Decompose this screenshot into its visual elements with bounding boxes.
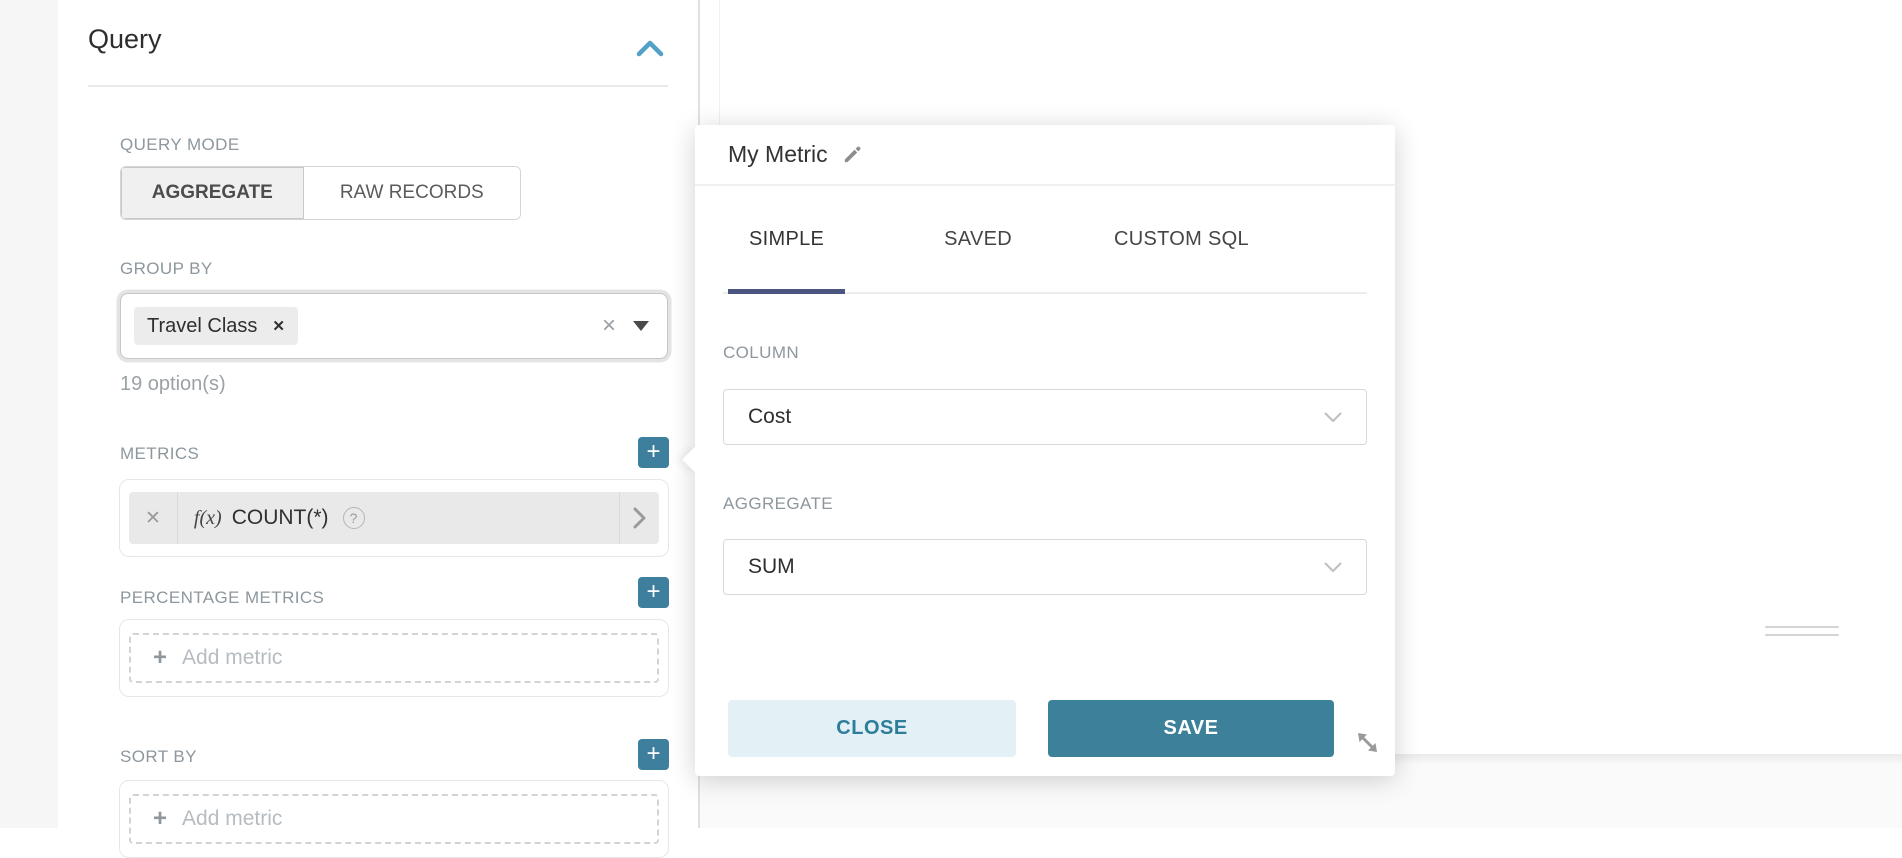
resize-diagonal-icon[interactable] (1354, 729, 1381, 756)
add-metric-ghost-button[interactable]: + Add metric (129, 794, 659, 844)
percentage-metrics-dropzone: + Add metric (119, 619, 669, 697)
chevron-down-icon (1324, 412, 1342, 423)
add-metric-placeholder: Add metric (182, 807, 282, 831)
raw-records-mode-button[interactable]: RAW RECORDS (304, 167, 520, 219)
chip-remove-icon[interactable]: ✕ (272, 319, 285, 334)
options-count-text: 19 option(s) (120, 373, 226, 396)
collapse-section-button[interactable] (634, 36, 666, 62)
aggregate-select[interactable]: SUM (723, 539, 1367, 595)
aggregate-select-value: SUM (748, 555, 795, 579)
group-by-select[interactable]: Travel Class ✕ × (120, 293, 668, 359)
metric-remove-icon[interactable]: ✕ (129, 507, 177, 530)
tab-simple[interactable]: SIMPLE (728, 186, 845, 292)
metrics-dropzone: ✕ f(x) COUNT(*) ? (119, 479, 669, 557)
select-clear-icon[interactable]: × (602, 314, 616, 338)
chevron-down-icon (1324, 562, 1342, 573)
chevron-right-icon[interactable] (620, 507, 659, 529)
group-by-chip[interactable]: Travel Class ✕ (134, 307, 298, 345)
metrics-label: METRICS (120, 444, 199, 464)
query-control-panel: Query QUERY MODE AGGREGATE RAW RECORDS G… (58, 0, 698, 828)
metric-editor-popover: My Metric SIMPLE SAVED CUSTOM SQL COLUMN… (695, 125, 1395, 776)
add-metric-button[interactable]: + (638, 437, 669, 468)
aggregate-mode-button[interactable]: AGGREGATE (121, 167, 304, 219)
pencil-icon[interactable] (841, 143, 864, 166)
caret-down-icon[interactable] (633, 321, 649, 331)
query-mode-toggle: AGGREGATE RAW RECORDS (120, 166, 521, 220)
metric-editor-tabs: SIMPLE SAVED CUSTOM SQL (723, 186, 1367, 294)
add-metric-placeholder: Add metric (182, 646, 282, 670)
plus-icon: + (153, 807, 167, 831)
percentage-metrics-label: PERCENTAGE METRICS (120, 588, 324, 608)
popover-footer: CLOSE SAVE (723, 700, 1367, 757)
function-icon: f(x) (194, 507, 222, 530)
plus-icon: + (153, 646, 167, 670)
sort-by-dropzone: + Add metric (119, 780, 669, 858)
panel-title: Query (88, 24, 162, 55)
metric-name: COUNT(*) (232, 506, 329, 530)
add-percentage-metric-button[interactable]: + (638, 577, 669, 608)
column-label: COLUMN (723, 343, 1367, 363)
popover-title: My Metric (728, 141, 828, 168)
pill-divider (177, 492, 178, 544)
popover-header: My Metric (695, 125, 1395, 186)
section-divider (88, 85, 668, 87)
column-select-value: Cost (748, 405, 791, 429)
metric-pill[interactable]: ✕ f(x) COUNT(*) ? (129, 492, 659, 544)
add-sort-metric-button[interactable]: + (638, 739, 669, 770)
drag-handle-icon[interactable] (1765, 634, 1839, 636)
chip-label: Travel Class (147, 315, 257, 338)
add-metric-ghost-button[interactable]: + Add metric (129, 633, 659, 683)
drag-handle-icon[interactable] (1765, 626, 1839, 628)
popover-body: SIMPLE SAVED CUSTOM SQL COLUMN Cost AGGR… (695, 186, 1395, 757)
save-button[interactable]: SAVE (1048, 700, 1334, 757)
column-select[interactable]: Cost (723, 389, 1367, 445)
question-circle-icon[interactable]: ? (343, 507, 365, 529)
tab-custom-sql[interactable]: CUSTOM SQL (1093, 186, 1270, 292)
chevron-up-icon (634, 36, 666, 62)
page-background-strip (0, 0, 58, 828)
query-mode-label: QUERY MODE (120, 135, 240, 155)
tab-saved[interactable]: SAVED (923, 186, 1033, 292)
aggregate-label: AGGREGATE (723, 494, 1367, 514)
sort-by-label: SORT BY (120, 747, 197, 767)
close-button[interactable]: CLOSE (728, 700, 1016, 757)
group-by-label: GROUP BY (120, 259, 213, 279)
